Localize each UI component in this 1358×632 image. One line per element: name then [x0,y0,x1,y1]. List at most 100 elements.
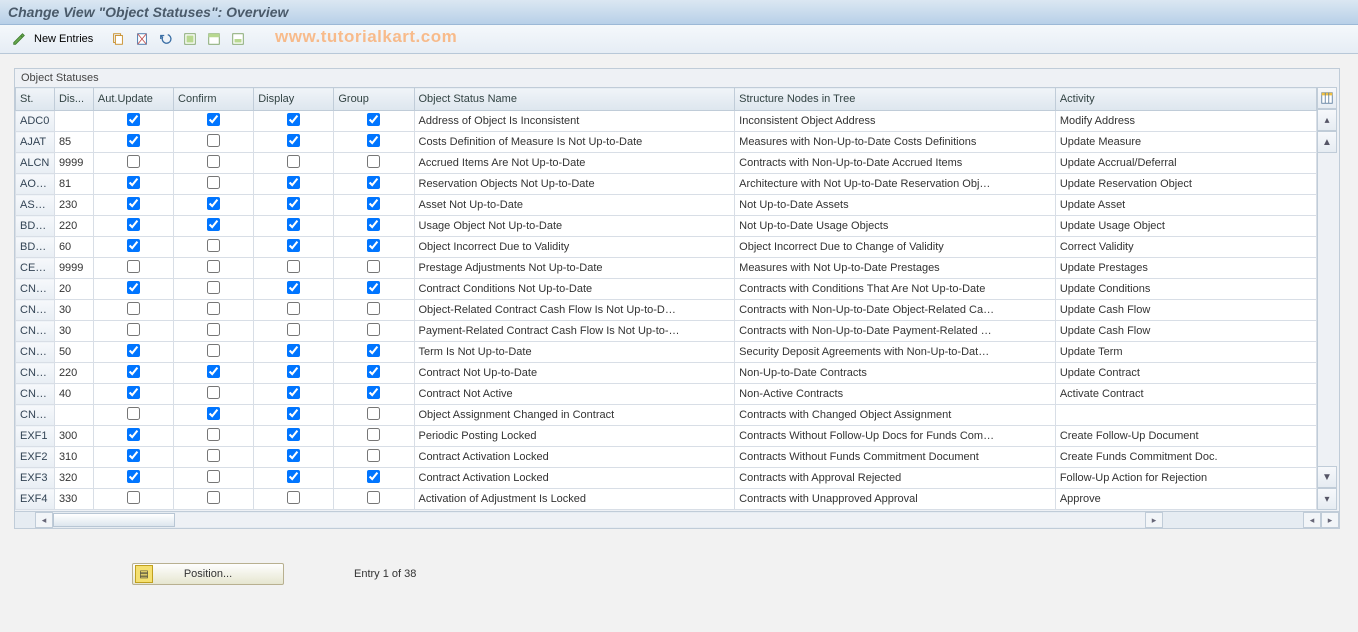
table-row[interactable]: BDVP60Object Incorrect Due to ValidityOb… [16,237,1317,258]
display-checkbox[interactable] [287,428,300,441]
auto-update-checkbox[interactable] [127,113,140,126]
confirm-checkbox[interactable] [207,197,220,210]
structure-nodes-cell[interactable]: Contracts with Approval Rejected [735,468,1056,489]
display-order-cell[interactable]: 81 [54,174,93,195]
structure-nodes-cell[interactable]: Contracts with Non-Up-to-Date Accrued It… [735,153,1056,174]
status-code-cell[interactable]: CNCP [16,321,55,342]
object-status-name-cell[interactable]: Asset Not Up-to-Date [414,195,735,216]
select-all-icon[interactable] [179,28,201,50]
auto-update-checkbox[interactable] [127,302,140,315]
col-header-status[interactable]: St. [16,88,55,111]
structure-nodes-cell[interactable]: Contracts with Non-Up-to-Date Payment-Re… [735,321,1056,342]
confirm-checkbox[interactable] [207,260,220,273]
object-status-name-cell[interactable]: Accrued Items Are Not Up-to-Date [414,153,735,174]
table-row[interactable]: CNNA40Contract Not ActiveNon-Active Cont… [16,384,1317,405]
group-checkbox[interactable] [367,344,380,357]
activity-cell[interactable]: Update Cash Flow [1055,321,1316,342]
confirm-checkbox[interactable] [207,281,220,294]
activity-cell[interactable]: Update Reservation Object [1055,174,1316,195]
structure-nodes-cell[interactable]: Non-Up-to-Date Contracts [735,363,1056,384]
status-code-cell[interactable]: EXF3 [16,468,55,489]
status-code-cell[interactable]: BDVP [16,237,55,258]
col-header-activity[interactable]: Activity [1055,88,1316,111]
group-checkbox[interactable] [367,239,380,252]
activity-cell[interactable]: Update Accrual/Deferral [1055,153,1316,174]
table-row[interactable]: CNMN220Contract Not Up-to-DateNon-Up-to-… [16,363,1317,384]
position-button[interactable]: ▤ Position... [132,563,284,585]
status-code-cell[interactable]: EXF1 [16,426,55,447]
confirm-checkbox[interactable] [207,449,220,462]
confirm-checkbox[interactable] [207,491,220,504]
auto-update-checkbox[interactable] [127,176,140,189]
object-status-name-cell[interactable]: Object-Related Contract Cash Flow Is Not… [414,300,735,321]
status-code-cell[interactable]: CNOA [16,405,55,426]
group-checkbox[interactable] [367,113,380,126]
group-checkbox[interactable] [367,197,380,210]
confirm-checkbox[interactable] [207,218,220,231]
toggle-change-mode-icon[interactable] [8,28,30,50]
structure-nodes-cell[interactable]: Contracts with Unapproved Approval [735,489,1056,510]
object-status-name-cell[interactable]: Contract Activation Locked [414,447,735,468]
copy-as-icon[interactable] [107,28,129,50]
confirm-checkbox[interactable] [207,134,220,147]
status-code-cell[interactable]: ASCH [16,195,55,216]
object-status-name-cell[interactable]: Contract Not Up-to-Date [414,363,735,384]
structure-nodes-cell[interactable]: Not Up-to-Date Assets [735,195,1056,216]
structure-nodes-cell[interactable]: Contracts Without Follow-Up Docs for Fun… [735,426,1056,447]
display-order-cell[interactable]: 30 [54,321,93,342]
status-code-cell[interactable]: ADC0 [16,111,55,132]
object-status-name-cell[interactable]: Prestage Adjustments Not Up-to-Date [414,258,735,279]
display-order-cell[interactable]: 330 [54,489,93,510]
confirm-checkbox[interactable] [207,239,220,252]
scroll-down-button[interactable]: ▼ [1317,466,1337,488]
activity-cell[interactable] [1055,405,1316,426]
display-checkbox[interactable] [287,155,300,168]
status-code-cell[interactable]: CNMN [16,363,55,384]
group-checkbox[interactable] [367,365,380,378]
confirm-checkbox[interactable] [207,470,220,483]
hscroll-right-arrow-2[interactable]: ▸ [1321,512,1339,528]
display-order-cell[interactable]: 85 [54,132,93,153]
table-row[interactable]: ASCH230Asset Not Up-to-DateNot Up-to-Dat… [16,195,1317,216]
table-row[interactable]: CEAG9999Prestage Adjustments Not Up-to-D… [16,258,1317,279]
auto-update-checkbox[interactable] [127,323,140,336]
display-checkbox[interactable] [287,449,300,462]
auto-update-checkbox[interactable] [127,197,140,210]
activity-cell[interactable]: Follow-Up Action for Rejection [1055,468,1316,489]
auto-update-checkbox[interactable] [127,407,140,420]
object-status-name-cell[interactable]: Contract Conditions Not Up-to-Date [414,279,735,300]
col-header-display-order[interactable]: Dis... [54,88,93,111]
table-row[interactable]: EXF2310Contract Activation LockedContrac… [16,447,1317,468]
col-header-display[interactable]: Display [254,88,334,111]
object-status-name-cell[interactable]: Term Is Not Up-to-Date [414,342,735,363]
display-checkbox[interactable] [287,260,300,273]
structure-nodes-cell[interactable]: Inconsistent Object Address [735,111,1056,132]
col-header-auto-update[interactable]: Aut.Update [93,88,173,111]
undo-icon[interactable] [155,28,177,50]
group-checkbox[interactable] [367,176,380,189]
structure-nodes-cell[interactable]: Contracts with Conditions That Are Not U… [735,279,1056,300]
display-order-cell[interactable]: 320 [54,468,93,489]
auto-update-checkbox[interactable] [127,365,140,378]
object-status-name-cell[interactable]: Address of Object Is Inconsistent [414,111,735,132]
confirm-checkbox[interactable] [207,323,220,336]
group-checkbox[interactable] [367,281,380,294]
hscroll-left-arrow[interactable]: ◂ [35,512,53,528]
confirm-checkbox[interactable] [207,365,220,378]
structure-nodes-cell[interactable]: Not Up-to-Date Usage Objects [735,216,1056,237]
status-code-cell[interactable]: CEAG [16,258,55,279]
confirm-checkbox[interactable] [207,302,220,315]
confirm-checkbox[interactable] [207,155,220,168]
status-code-cell[interactable]: ALCN [16,153,55,174]
confirm-checkbox[interactable] [207,407,220,420]
display-order-cell[interactable] [54,111,93,132]
status-code-cell[interactable]: BDCH [16,216,55,237]
structure-nodes-cell[interactable]: Contracts Without Funds Commitment Docum… [735,447,1056,468]
structure-nodes-cell[interactable]: Non-Active Contracts [735,384,1056,405]
display-checkbox[interactable] [287,176,300,189]
display-order-cell[interactable]: 30 [54,300,93,321]
auto-update-checkbox[interactable] [127,386,140,399]
table-row[interactable]: CNCP30Payment-Related Contract Cash Flow… [16,321,1317,342]
display-order-cell[interactable]: 300 [54,426,93,447]
structure-nodes-cell[interactable]: Object Incorrect Due to Change of Validi… [735,237,1056,258]
